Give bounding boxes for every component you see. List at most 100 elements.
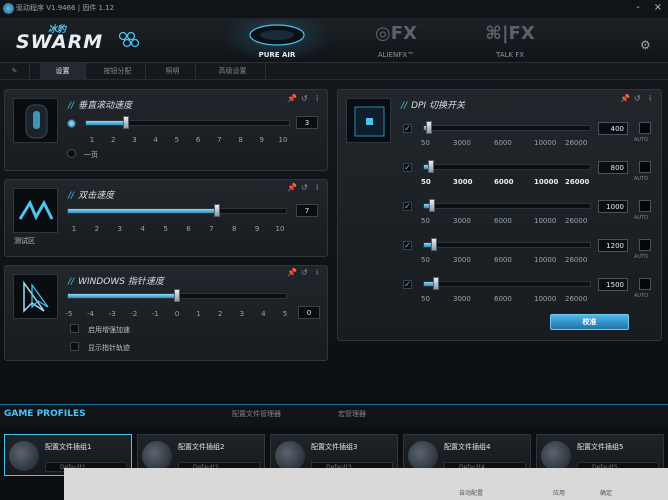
tab-macro-manager[interactable]: 宏管理器 — [338, 409, 366, 419]
pointer-speed-value[interactable]: 0 — [298, 306, 320, 319]
dpi-level-checkbox[interactable]: ✓ — [403, 241, 412, 250]
pin-icon[interactable]: 📌 — [620, 94, 630, 103]
pointer-trails-label: 显示指针轨迹 — [88, 344, 130, 352]
double-click-test-area[interactable] — [13, 188, 58, 233]
dpi-level-track[interactable] — [423, 242, 591, 248]
apply-button[interactable]: 应用 — [553, 488, 565, 497]
tick-label: 10 — [275, 225, 285, 233]
sensor-icon — [354, 106, 385, 137]
pin-icon[interactable]: 📌 — [287, 183, 297, 192]
app-window: 驱动程序 V1.9466 | 固件 1.12 - × 冰豹 SWARM PURE… — [0, 0, 668, 500]
dpi-tick-label: 6000 — [494, 256, 512, 264]
tab-lighting[interactable]: 照明 — [150, 63, 196, 80]
dpi-level-value[interactable]: 1500 — [598, 278, 628, 291]
tick-label: 2 — [217, 310, 223, 318]
scroll-mode-page-radio[interactable] — [67, 149, 76, 158]
tab-profile-manager[interactable]: 配置文件管理器 — [232, 409, 281, 419]
pin-icon[interactable]: 📌 — [287, 94, 297, 103]
scroll-speed-track[interactable] — [85, 120, 290, 126]
dpi-level-track[interactable] — [423, 125, 591, 131]
tick-label: 4 — [153, 136, 158, 144]
dpi-tick-label: 10000 — [534, 139, 557, 147]
double-click-value[interactable]: 7 — [296, 204, 318, 217]
info-icon[interactable]: i — [316, 183, 318, 192]
dpi-level-track[interactable] — [423, 281, 591, 287]
info-icon[interactable]: i — [649, 94, 651, 103]
dpi-level-checkbox[interactable]: ✓ — [403, 124, 412, 133]
dpi-color-swatch[interactable] — [639, 239, 651, 251]
tick-label: 8 — [238, 136, 243, 144]
dpi-level-track[interactable] — [423, 164, 591, 170]
dpi-auto-label: AUTO — [634, 215, 649, 221]
tick-label: 6 — [195, 136, 201, 144]
reset-icon[interactable]: ↺ — [301, 94, 308, 103]
cursor-icon — [23, 280, 49, 313]
auto-config-button[interactable]: 自动配置 — [459, 488, 483, 497]
dpi-level-knob[interactable] — [432, 277, 439, 290]
tick-label: 6 — [186, 225, 191, 233]
tick-label: 8 — [231, 225, 237, 233]
nav-pure-air[interactable]: PURE AIR — [222, 19, 332, 62]
gear-icon[interactable]: ⚙ — [640, 38, 651, 52]
tick-label: 7 — [217, 136, 222, 144]
dpi-level-value[interactable]: 400 — [598, 122, 628, 135]
dpi-level-checkbox[interactable]: ✓ — [403, 163, 412, 172]
dpi-level-knob[interactable] — [428, 160, 435, 173]
nav-talk-fx[interactable]: ⌘|FX TALK FX — [455, 19, 565, 62]
info-icon[interactable]: i — [316, 268, 318, 277]
dpi-auto-label: AUTO — [634, 176, 649, 182]
pointer-trails-checkbox[interactable] — [70, 342, 79, 351]
dpi-level-checkbox[interactable]: ✓ — [403, 280, 412, 289]
info-icon[interactable]: i — [316, 94, 318, 103]
scroll-mode-lines-radio[interactable] — [67, 119, 76, 128]
tick-label: 9 — [254, 225, 260, 233]
tick-label: 3 — [117, 225, 122, 233]
dpi-color-swatch[interactable] — [639, 161, 651, 173]
reset-icon[interactable]: ↺ — [301, 268, 308, 277]
dpi-tick-label: 3000 — [453, 178, 473, 186]
pointer-speed-knob[interactable] — [174, 289, 180, 302]
dpi-level-value[interactable]: 1200 — [598, 239, 628, 252]
tick-label: 1 — [71, 225, 77, 233]
pin-icon[interactable]: ✎ — [0, 63, 30, 80]
dpi-auto-label: AUTO — [634, 293, 649, 299]
tick-label: -1 — [151, 310, 159, 318]
dpi-color-swatch[interactable] — [639, 200, 651, 212]
profiles-bar — [0, 404, 668, 426]
dpi-tick-label: 6000 — [494, 139, 512, 147]
close-button[interactable]: × — [650, 1, 666, 15]
pin-icon[interactable]: 📌 — [287, 268, 297, 277]
test-area-label: 测试区 — [14, 237, 35, 245]
tab-advanced[interactable]: 高级设置 — [200, 63, 266, 80]
minimize-button[interactable]: - — [630, 1, 646, 15]
dpi-level-value[interactable]: 1000 — [598, 200, 628, 213]
dpi-auto-label: AUTO — [634, 137, 649, 143]
dpi-level-checkbox[interactable]: ✓ — [403, 202, 412, 211]
dpi-tick-label: 10000 — [534, 178, 559, 186]
tab-settings[interactable]: 设置 — [40, 63, 86, 80]
tab-button-assign[interactable]: 按钮分配 — [90, 63, 146, 80]
double-click-track[interactable] — [67, 208, 287, 214]
ok-button[interactable]: 确定 — [600, 488, 612, 497]
dpi-color-swatch[interactable] — [639, 278, 651, 290]
reset-icon[interactable]: ↺ — [301, 183, 308, 192]
calibrate-button[interactable]: 校准 — [550, 314, 629, 330]
dpi-level-knob[interactable] — [425, 121, 432, 134]
double-click-knob[interactable] — [213, 204, 220, 217]
tick-label: 9 — [259, 136, 264, 144]
enhance-precision-checkbox[interactable] — [70, 324, 79, 333]
scroll-speed-value[interactable]: 3 — [296, 116, 318, 129]
dpi-level-value[interactable]: 800 — [598, 161, 628, 174]
dpi-color-swatch[interactable] — [639, 122, 651, 134]
tick-label: 10 — [278, 136, 288, 144]
dpi-tick-label: 50 — [421, 256, 430, 264]
dpi-tick-label: 10000 — [534, 217, 557, 225]
nav-alienfx[interactable]: ◎FX ALIENFX™ — [341, 19, 451, 62]
nav-label: ALIENFX™ — [377, 51, 415, 59]
dpi-level-knob[interactable] — [429, 199, 436, 212]
pointer-ticks: -5 -4 -3 -2 -1 0 1 2 3 4 5 — [62, 310, 292, 320]
dpi-level-track[interactable] — [423, 203, 591, 209]
reset-icon[interactable]: ↺ — [634, 94, 641, 103]
scroll-speed-knob[interactable] — [123, 116, 129, 129]
dpi-level-knob[interactable] — [430, 238, 437, 251]
